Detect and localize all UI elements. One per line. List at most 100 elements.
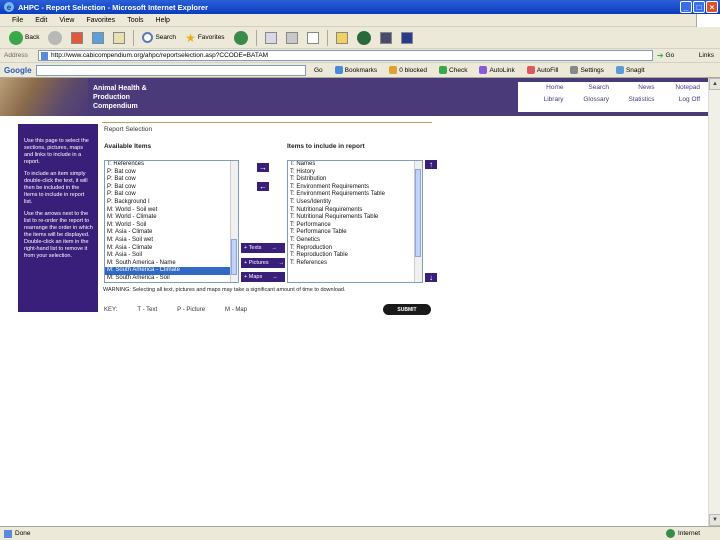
available-list-item[interactable]: M: Asia - Climate bbox=[105, 229, 238, 237]
include-list-item[interactable]: T: History bbox=[288, 169, 422, 177]
include-list-scrollbar[interactable] bbox=[414, 161, 422, 282]
minimize-button[interactable]: _ bbox=[680, 1, 692, 13]
available-list-item[interactable]: M: World - Soil wet bbox=[105, 207, 238, 215]
include-list-scroll-thumb[interactable] bbox=[415, 169, 421, 257]
stop-button[interactable] bbox=[68, 29, 86, 47]
include-list-item[interactable]: T: Performance Table bbox=[288, 229, 422, 237]
edit-button[interactable] bbox=[304, 29, 322, 47]
submit-button[interactable]: SUBMIT bbox=[383, 304, 431, 315]
nav-news[interactable]: News bbox=[613, 84, 659, 96]
move-down-button[interactable]: ↓ bbox=[424, 272, 438, 283]
include-list-item[interactable]: T: References bbox=[288, 260, 422, 268]
ie-logo-icon: e bbox=[4, 2, 14, 12]
mail-button[interactable] bbox=[262, 29, 280, 47]
snagit-button[interactable]: SnagIt bbox=[612, 66, 649, 74]
divider-line bbox=[102, 122, 432, 123]
available-list-item[interactable]: M: Asia - Climate bbox=[105, 245, 238, 253]
available-list-item[interactable]: P: Bat cow bbox=[105, 169, 238, 177]
menu-help[interactable]: Help bbox=[150, 17, 176, 24]
research-button[interactable] bbox=[377, 29, 395, 47]
messenger-button[interactable] bbox=[398, 29, 416, 47]
add-item-button[interactable]: → bbox=[256, 162, 270, 173]
forward-button[interactable] bbox=[45, 29, 65, 47]
address-input[interactable]: http://www.cabicompendium.org/ahpc/repor… bbox=[38, 50, 653, 61]
menu-file[interactable]: File bbox=[6, 17, 29, 24]
include-list-item[interactable]: T: Nutritional Requirements Table bbox=[288, 214, 422, 222]
nav-log-off[interactable]: Log Off bbox=[659, 96, 705, 108]
google-logo[interactable]: Google bbox=[4, 66, 32, 75]
scroll-up-icon[interactable]: ▲ bbox=[709, 78, 720, 90]
add-all-maps-button[interactable]: + Maps → bbox=[241, 272, 285, 282]
key-text: T - Text bbox=[137, 307, 158, 313]
include-list-item[interactable]: T: Environment Requirements bbox=[288, 184, 422, 192]
google-blocked-label: 0 blocked bbox=[399, 66, 428, 74]
menu-favorites[interactable]: Favorites bbox=[80, 17, 121, 24]
available-list-item[interactable]: M: South America - Climate bbox=[105, 267, 238, 275]
refresh-button[interactable] bbox=[89, 29, 107, 47]
search-button[interactable]: Search bbox=[139, 29, 179, 47]
include-items-list[interactable]: T: Names T: History T: Distribution T: Envi… bbox=[287, 160, 423, 283]
available-list-item[interactable]: P: Bat cow bbox=[105, 184, 238, 192]
google-go-button[interactable]: Go bbox=[310, 67, 327, 74]
available-list-item[interactable]: M: World - Climate bbox=[105, 214, 238, 222]
go-button[interactable]: ➔ Go bbox=[657, 51, 699, 60]
available-list-item[interactable]: M: South America - Soil bbox=[105, 275, 238, 282]
include-list-item[interactable]: T: Names bbox=[288, 161, 422, 169]
add-all-texts-button[interactable]: + Texts → bbox=[241, 243, 285, 253]
remove-item-button[interactable]: ← bbox=[256, 181, 270, 192]
include-list-item[interactable]: T: Reproduction bbox=[288, 245, 422, 253]
globe-button[interactable] bbox=[354, 29, 374, 47]
media-button[interactable] bbox=[231, 29, 251, 47]
internet-globe-icon bbox=[665, 529, 675, 538]
nav-glossary[interactable]: Glossary bbox=[568, 96, 614, 108]
print-button[interactable] bbox=[283, 29, 301, 47]
available-list-item[interactable]: T: References bbox=[105, 161, 238, 169]
nav-library[interactable]: Library bbox=[522, 96, 568, 108]
maximize-button[interactable]: □ bbox=[693, 1, 705, 13]
close-button[interactable]: × bbox=[706, 1, 718, 13]
include-list-item[interactable]: T: Nutritional Requirements bbox=[288, 207, 422, 215]
include-list-item[interactable]: T: Performance bbox=[288, 222, 422, 230]
add-all-pictures-button[interactable]: + Pictures → bbox=[241, 258, 285, 268]
google-check-button[interactable]: Check bbox=[435, 66, 471, 74]
include-items-heading: Items to include in report bbox=[287, 143, 365, 150]
include-list-item[interactable]: T: Reproduction Table bbox=[288, 252, 422, 260]
include-list-item[interactable]: T: Distribution bbox=[288, 176, 422, 184]
menu-edit[interactable]: Edit bbox=[29, 17, 53, 24]
google-bookmarks-button[interactable]: Bookmarks bbox=[331, 66, 382, 74]
favorites-button[interactable]: ★ Favorites bbox=[182, 29, 228, 47]
google-settings-button[interactable]: Settings bbox=[566, 66, 608, 74]
links-label[interactable]: Links bbox=[699, 52, 720, 59]
nav-home[interactable]: Home bbox=[522, 84, 568, 96]
available-list-item[interactable]: M: Asia - Soil bbox=[105, 252, 238, 260]
google-search-input[interactable] bbox=[36, 64, 306, 76]
google-autofill-button[interactable]: AutoFill bbox=[523, 66, 563, 74]
available-list-item[interactable]: M: South America - Name bbox=[105, 260, 238, 268]
include-list-item[interactable]: T: Uses/Identity bbox=[288, 199, 422, 207]
available-items-list[interactable]: T: References P: Bat cow P: Bat cow P: Bat … bbox=[104, 160, 239, 283]
include-list-item[interactable]: T: Genetics bbox=[288, 237, 422, 245]
available-list-item[interactable]: M: World - Soil bbox=[105, 222, 238, 230]
available-list-item[interactable]: M: Asia - Soil wet bbox=[105, 237, 238, 245]
nav-statistics[interactable]: Statistics bbox=[613, 96, 659, 108]
nav-notepad[interactable]: Notepad bbox=[659, 84, 705, 96]
nav-search[interactable]: Search bbox=[568, 84, 614, 96]
page-icon bbox=[41, 51, 48, 60]
scroll-down-icon[interactable]: ▼ bbox=[709, 514, 720, 526]
available-list-item[interactable]: P: Background I bbox=[105, 199, 238, 207]
page-scrollbar[interactable]: ▲ ▼ bbox=[708, 78, 720, 526]
menu-view[interactable]: View bbox=[53, 17, 80, 24]
available-list-item[interactable]: P: Bat cow bbox=[105, 176, 238, 184]
back-button[interactable]: Back bbox=[6, 29, 42, 47]
available-list-item[interactable]: P: Bat cow bbox=[105, 191, 238, 199]
available-list-scrollbar[interactable] bbox=[230, 161, 238, 282]
key-label: KEY: bbox=[104, 307, 118, 313]
google-blocked-button[interactable]: 0 blocked bbox=[385, 66, 431, 74]
available-list-scroll-thumb[interactable] bbox=[231, 239, 237, 275]
move-up-button[interactable]: ↑ bbox=[424, 159, 438, 170]
include-list-item[interactable]: T: Environment Requirements Table bbox=[288, 191, 422, 199]
google-autolink-button[interactable]: AutoLink bbox=[475, 66, 518, 74]
folder-button[interactable] bbox=[333, 29, 351, 47]
menu-tools[interactable]: Tools bbox=[121, 17, 149, 24]
home-button[interactable] bbox=[110, 29, 128, 47]
